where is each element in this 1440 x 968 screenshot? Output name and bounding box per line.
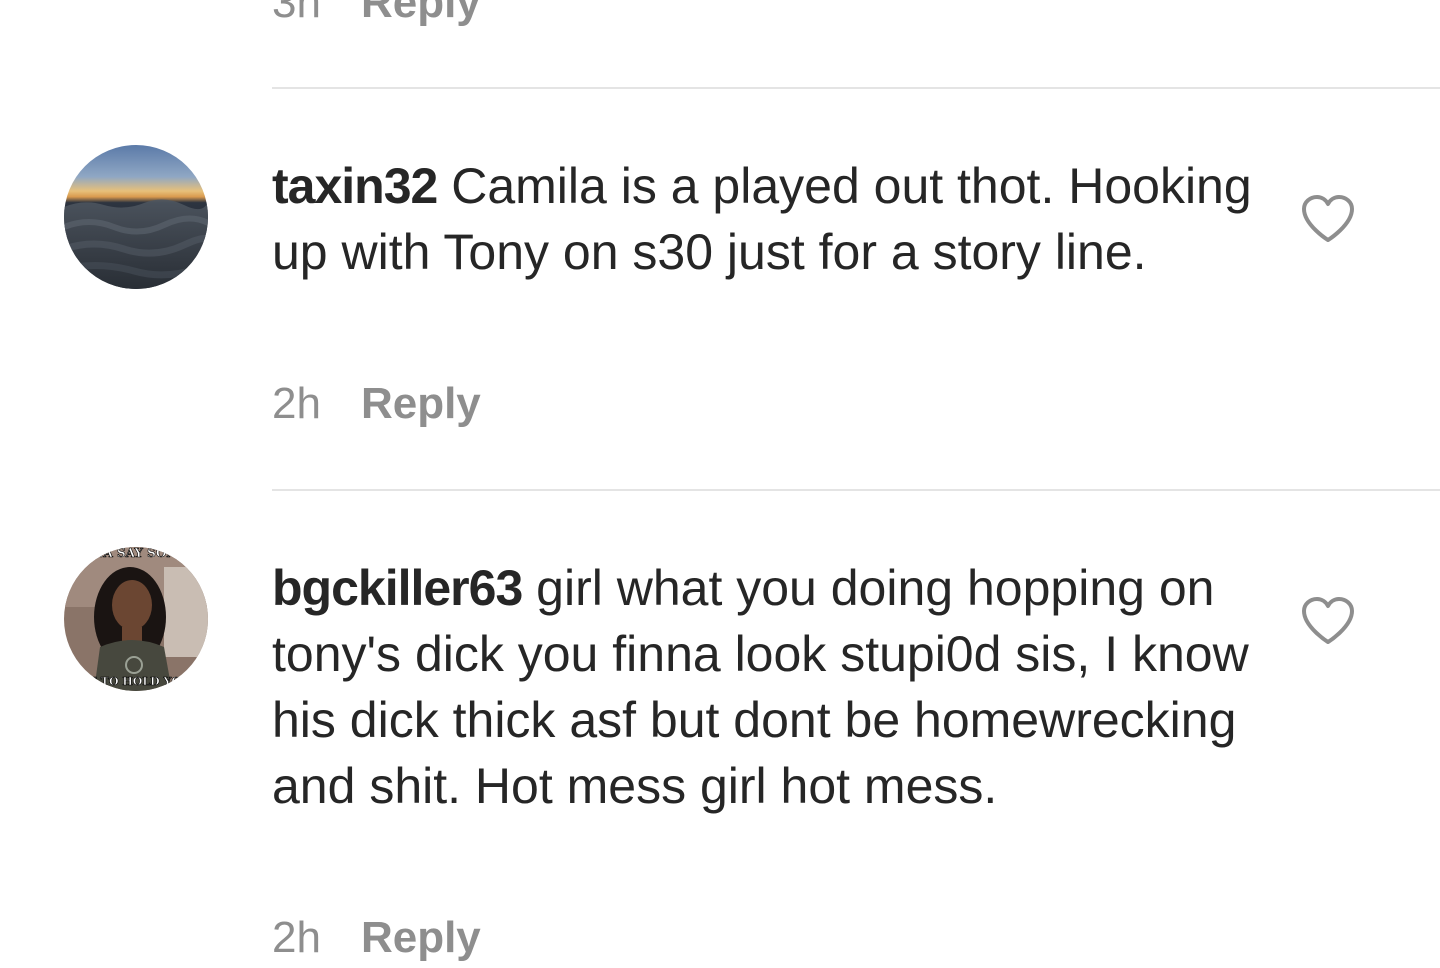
comment-username[interactable]: taxin32 xyxy=(272,158,438,214)
comment-username[interactable]: bgckiller63 xyxy=(272,560,523,616)
previous-comment-meta: 3h Reply xyxy=(272,0,481,28)
comment-timestamp: 2h xyxy=(272,379,321,428)
comment-divider xyxy=(272,87,1440,89)
heart-outline-icon[interactable] xyxy=(1300,194,1356,244)
comment-body: bgckiller63 girl what you doing hopping … xyxy=(272,555,1262,819)
svg-text:ANA SAY SOME: ANA SAY SOME xyxy=(82,547,188,560)
woman-meme-avatar: ANA SAY SOME AVE TO HOLD YOUR xyxy=(64,547,208,691)
comment-body: taxin32 Camila is a played out thot. Hoo… xyxy=(272,153,1262,285)
reply-button[interactable]: Reply xyxy=(361,913,481,963)
reply-button[interactable]: Reply xyxy=(361,379,481,429)
avatar[interactable] xyxy=(64,145,208,289)
comment-meta: 2h Reply xyxy=(272,374,481,434)
comment-timestamp: 2h xyxy=(272,913,321,962)
comment-divider xyxy=(272,489,1440,491)
comment-meta: 2h Reply xyxy=(272,908,481,968)
avatar[interactable]: ANA SAY SOME AVE TO HOLD YOUR xyxy=(64,547,208,691)
comment-timestamp: 3h xyxy=(272,0,321,27)
heart-outline-icon[interactable] xyxy=(1300,596,1356,646)
sky-clouds-sunset-avatar xyxy=(64,145,208,289)
svg-text:AVE TO HOLD YOUR: AVE TO HOLD YOUR xyxy=(71,675,200,688)
reply-button[interactable]: Reply xyxy=(361,0,481,28)
